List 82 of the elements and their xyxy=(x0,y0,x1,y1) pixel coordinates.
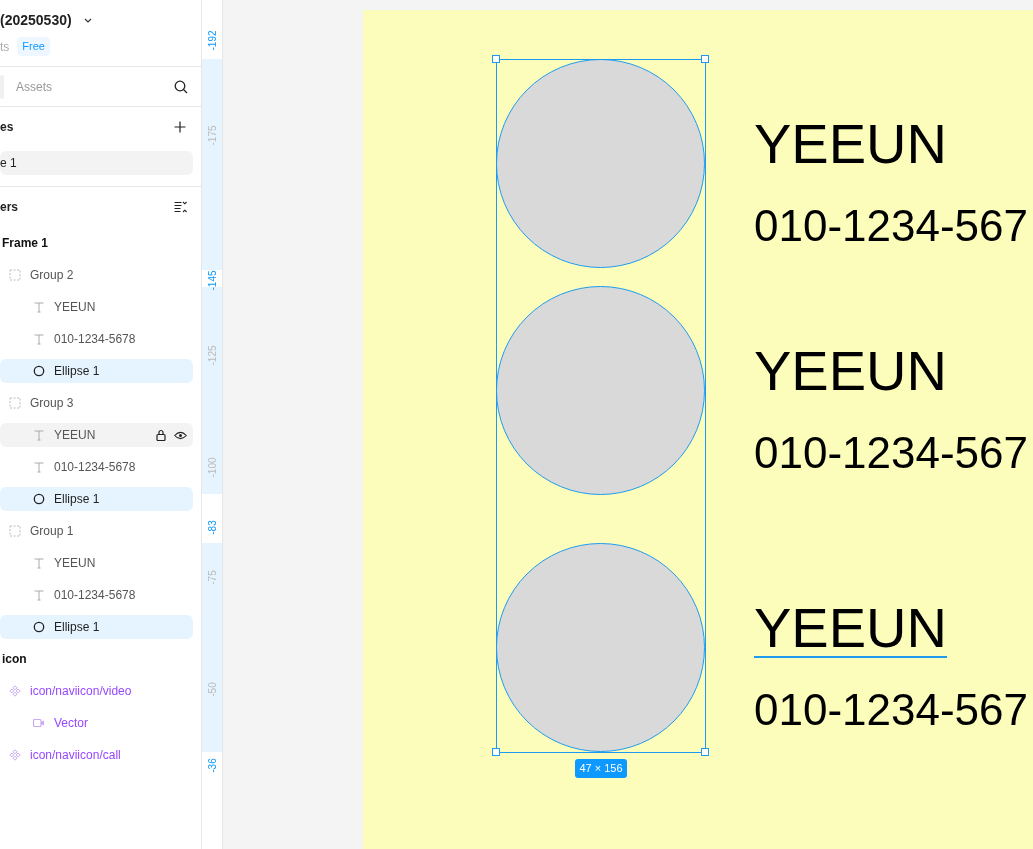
file-location: ts xyxy=(0,38,10,56)
resize-handle[interactable] xyxy=(492,748,500,756)
layer-name: Ellipse 1 xyxy=(54,491,100,508)
search-icon[interactable] xyxy=(174,79,188,94)
ruler-label: -175 xyxy=(206,125,219,145)
layer-name: icon/naviicon/call xyxy=(30,747,121,764)
contact-phone[interactable]: 010-1234-567 xyxy=(754,431,1028,475)
component-icon xyxy=(9,749,21,761)
file-title: (20250530) xyxy=(0,11,72,31)
resize-handle[interactable] xyxy=(701,748,709,756)
layer-name: Group 1 xyxy=(30,523,74,540)
layer-row[interactable]: 010-1234-5678 xyxy=(0,583,193,607)
contact-phone[interactable]: 010-1234-567 xyxy=(754,688,1028,732)
ellipse-icon xyxy=(33,365,45,377)
layer-name: YEEUN xyxy=(54,555,96,572)
section-title: es xyxy=(0,119,14,136)
contact-name[interactable]: YEEUN xyxy=(754,600,947,658)
text-icon xyxy=(33,589,45,601)
ellipse-icon xyxy=(33,621,45,633)
layer-row[interactable]: Group 3 xyxy=(0,391,193,415)
eye-icon[interactable] xyxy=(174,430,187,440)
selection-box[interactable] xyxy=(496,59,706,753)
layer-name: Ellipse 1 xyxy=(54,363,100,380)
chevron-down-icon[interactable] xyxy=(83,18,92,24)
ruler-label: -125 xyxy=(206,345,219,365)
ruler-label: -145 xyxy=(206,270,219,290)
layer-row[interactable]: 010-1234-5678 xyxy=(0,455,193,479)
ruler-label: -36 xyxy=(206,757,219,773)
group-icon xyxy=(9,525,21,537)
collapse-layers-icon[interactable] xyxy=(174,201,187,213)
plus-icon[interactable] xyxy=(174,121,186,133)
layer-row[interactable]: Group 1 xyxy=(0,519,193,543)
layer-row[interactable]: Vector xyxy=(0,711,193,735)
video-camera-icon xyxy=(33,718,45,728)
ruler-label: -75 xyxy=(206,569,219,585)
plan-badge: Free xyxy=(17,37,50,56)
contact-name[interactable]: YEEUN xyxy=(754,343,947,401)
layer-row[interactable]: icon xyxy=(0,647,193,671)
layer-row[interactable]: 010-1234-5678 xyxy=(0,327,193,351)
ruler-label: -50 xyxy=(206,681,219,697)
layer-name: icon/naviicon/video xyxy=(30,683,132,700)
resize-handle[interactable] xyxy=(492,55,500,63)
ellipse-icon xyxy=(33,493,45,505)
layer-row[interactable]: Ellipse 1 xyxy=(0,615,193,639)
ruler-label: -83 xyxy=(206,519,219,535)
layer-row[interactable]: YEEUN xyxy=(0,295,193,319)
layer-row[interactable]: Ellipse 1 xyxy=(0,487,193,511)
ruler-label: -192 xyxy=(206,30,219,50)
layer-name: icon xyxy=(2,651,27,668)
contact-name[interactable]: YEEUN xyxy=(754,116,947,174)
group-icon xyxy=(9,397,21,409)
section-title: ers xyxy=(0,199,19,216)
size-label: 47 × 156 xyxy=(575,759,627,778)
layer-name: Group 3 xyxy=(30,395,74,412)
layer-name: 010-1234-5678 xyxy=(54,331,136,348)
layer-row[interactable]: Ellipse 1 xyxy=(0,359,193,383)
layer-name: Ellipse 1 xyxy=(54,619,100,636)
page-item[interactable]: e 1 xyxy=(0,151,193,175)
layer-row[interactable]: icon/naviicon/call xyxy=(0,743,193,767)
layer-row[interactable]: Frame 1 xyxy=(0,231,193,255)
text-icon xyxy=(33,557,45,569)
layer-row[interactable]: YEEUN xyxy=(0,551,193,575)
layer-name: 010-1234-5678 xyxy=(54,459,136,476)
component-icon xyxy=(9,685,21,697)
text-icon xyxy=(33,429,45,441)
text-icon xyxy=(33,333,45,345)
layer-name: Group 2 xyxy=(30,267,74,284)
layer-name: Vector xyxy=(54,715,89,732)
layer-name: YEEUN xyxy=(54,427,96,444)
ruler-label: -100 xyxy=(206,457,219,477)
layer-row[interactable]: Group 2 xyxy=(0,263,193,287)
layer-name: 010-1234-5678 xyxy=(54,587,136,604)
contact-phone[interactable]: 010-1234-567 xyxy=(754,204,1028,248)
layer-name: YEEUN xyxy=(54,299,96,316)
text-icon xyxy=(33,301,45,313)
layer-name: Frame 1 xyxy=(2,235,49,252)
layer-row[interactable]: YEEUN xyxy=(0,423,193,447)
layer-row[interactable]: icon/naviicon/video xyxy=(0,679,193,703)
group-icon xyxy=(9,269,21,281)
text-icon xyxy=(33,461,45,473)
lock-icon[interactable] xyxy=(156,429,166,441)
resize-handle[interactable] xyxy=(701,55,709,63)
